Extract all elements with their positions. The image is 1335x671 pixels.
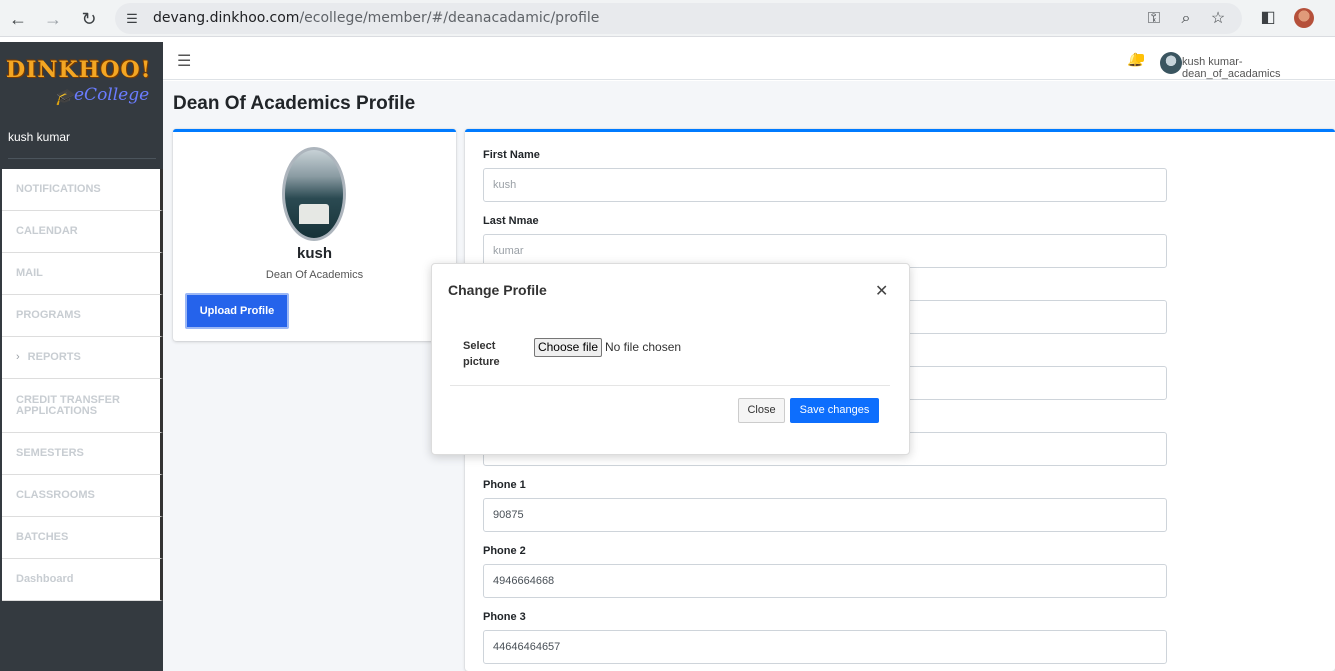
address-bar[interactable]: ☰ devang.dinkhoo.com/ecollege/member/#/d… [115, 3, 1242, 34]
page-title: Dean Of Academics Profile [173, 93, 416, 114]
sidebar: DINKHOO! 🎓 eCollege kush kumar NOTIFICATI… [0, 42, 163, 671]
choose-file-button[interactable]: Choose file [534, 338, 602, 357]
sidebar-item-programs[interactable]: PROGRAMS [2, 295, 163, 337]
logo-main-text: DINKHOO! [6, 57, 152, 83]
logo-sub-text: 🎓 eCollege [54, 85, 150, 106]
save-changes-button[interactable]: Save changes [790, 398, 879, 423]
profile-picture [282, 147, 346, 241]
phone2-field[interactable]: 4946664668 [483, 564, 1167, 598]
sidebar-item-label: NOTIFICATIONS [16, 183, 101, 195]
sidebar-item-notifications[interactable]: NOTIFICATIONS [2, 169, 163, 211]
user-avatar[interactable] [1160, 52, 1182, 74]
sidebar-item-calendar[interactable]: CALENDAR [2, 211, 163, 253]
phone3-field[interactable]: 44646464657 [483, 630, 1167, 664]
user-label[interactable]: kush kumar-dean_of_acadamics [1182, 56, 1335, 80]
modal-divider [450, 385, 890, 386]
bookmark-star-icon[interactable]: ☆ [1208, 9, 1228, 29]
sidebar-item-label: CALENDAR [16, 225, 78, 237]
phone3-label: Phone 3 [483, 611, 526, 623]
dinkhoo-logo[interactable]: DINKHOO! 🎓 eCollege [6, 57, 156, 117]
change-profile-modal: Change Profile ✕ Select picture Choose f… [431, 263, 910, 455]
url-path: /ecollege/member/#/deanacadamic/profile [299, 10, 600, 26]
profile-picture-book [299, 204, 329, 224]
site-info-icon[interactable]: ☰ [123, 10, 141, 28]
zoom-icon[interactable]: ⌕ [1176, 9, 1196, 29]
file-status-text: No file chosen [605, 340, 682, 354]
reload-icon[interactable]: ↻ [77, 7, 101, 31]
browser-profile-avatar[interactable] [1294, 8, 1314, 28]
logo-sub-label: eCollege [74, 85, 150, 105]
profile-card: kush Dean Of Academics Upload Profile [173, 129, 456, 341]
sidebar-user-name[interactable]: kush kumar [8, 130, 70, 144]
url-host: devang.dinkhoo.com [153, 10, 300, 26]
profile-name: kush [296, 245, 332, 262]
profile-role: Dean Of Academics [265, 269, 364, 281]
sidebar-item-credit-transfer[interactable]: CREDIT TRANSFER APPLICATIONS [2, 379, 163, 433]
sidebar-item-label: BATCHES [16, 531, 69, 543]
sidebar-item-dashboard[interactable]: Dashboard [2, 559, 163, 601]
forward-icon[interactable]: → [41, 7, 65, 31]
browser-toolbar: ← → ↻ ☰ devang.dinkhoo.com/ecollege/memb… [0, 0, 1335, 37]
hamburger-menu-icon[interactable]: ☰ [177, 51, 191, 71]
notification-badge [1136, 54, 1144, 62]
phone1-field[interactable]: 90875 [483, 498, 1167, 532]
top-navbar: ☰ 🔔 kush kumar-dean_of_acadamics [163, 42, 1335, 80]
sidebar-divider [8, 158, 156, 159]
sidebar-item-label: REPORTS [27, 351, 81, 363]
sidebar-item-label: CLASSROOMS [16, 489, 95, 501]
graduation-cap-icon: 🎓 [54, 87, 74, 106]
phone1-label: Phone 1 [483, 479, 526, 491]
first-name-field[interactable]: kush [483, 168, 1167, 202]
sidebar-item-classrooms[interactable]: CLASSROOMS [2, 475, 163, 517]
side-panel-icon[interactable]: ◧ [1258, 8, 1278, 28]
last-name-label: Last Nmae [483, 215, 539, 227]
chevron-right-icon: › [16, 351, 20, 363]
sidebar-item-label: Dashboard [16, 573, 74, 585]
close-button[interactable]: Close [738, 398, 785, 423]
url-text: devang.dinkhoo.com/ecollege/member/#/dea… [153, 10, 599, 26]
modal-title: Change Profile [448, 282, 547, 298]
back-icon[interactable]: ← [6, 7, 30, 31]
sidebar-item-label: PROGRAMS [16, 309, 81, 321]
first-name-label: First Name [483, 149, 540, 161]
key-icon[interactable]: ⚿ [1144, 9, 1164, 29]
close-icon[interactable]: ✕ [875, 281, 888, 301]
sidebar-item-label: MAIL [16, 267, 43, 279]
phone2-label: Phone 2 [483, 545, 526, 557]
upload-profile-button[interactable]: Upload Profile [185, 293, 289, 329]
sidebar-item-mail[interactable]: MAIL [2, 253, 163, 295]
sidebar-item-semesters[interactable]: SEMESTERS [2, 433, 163, 475]
sidebar-menu: NOTIFICATIONS CALENDAR MAIL PROGRAMS › RE… [2, 169, 163, 601]
select-picture-label: Select picture [463, 340, 500, 368]
sidebar-item-label: SEMESTERS [16, 447, 84, 459]
sidebar-item-label: CREDIT TRANSFER APPLICATIONS [16, 393, 120, 417]
sidebar-item-batches[interactable]: BATCHES [2, 517, 163, 559]
sidebar-item-reports[interactable]: › REPORTS [2, 337, 163, 379]
